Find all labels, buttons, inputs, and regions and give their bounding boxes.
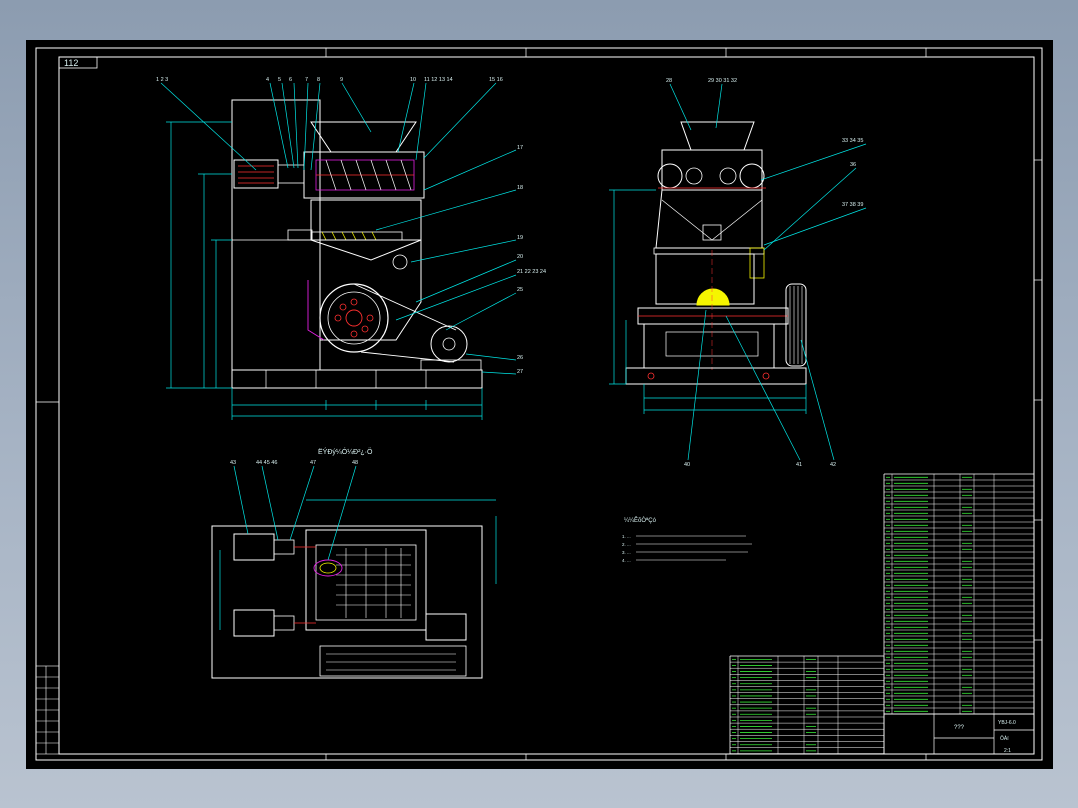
label-10: 10 [410, 77, 416, 83]
label-28: 28 [666, 78, 672, 84]
label-9: 9 [340, 77, 343, 83]
label-21-24: 21 22 23 24 [517, 269, 546, 275]
front-elevation-view: 1 2 3 4 5 6 7 8 9 10 11 12 13 14 15 16 1… [156, 77, 546, 420]
notes-line-1: 1. ... [622, 534, 631, 539]
label-15-16: 15 16 [489, 77, 503, 83]
title-block-material: Ô­Àí [1000, 735, 1009, 742]
label-42: 42 [830, 462, 836, 468]
label-4: 4 [266, 77, 269, 83]
label-8: 8 [317, 77, 320, 83]
parts-list-table [883, 473, 1035, 715]
label-11-14: 11 12 13 14 [424, 77, 453, 83]
label-36: 36 [850, 162, 856, 168]
label-18: 18 [517, 185, 523, 191]
inner-frame [58, 56, 1035, 755]
label-26: 26 [517, 355, 523, 361]
label-40: 40 [684, 462, 690, 468]
label-7: 7 [305, 77, 308, 83]
label-43: 43 [230, 460, 236, 466]
label-1-2-3: 1 2 3 [156, 77, 168, 83]
margin-ticks [36, 48, 1042, 760]
plan-view-screw-feeder: ËÝÐý¼Ó¼Ð²¿·Ö 43 44 45 46 47 48 [211, 447, 497, 679]
label-44-46: 44 45 46 [256, 460, 277, 466]
label-27: 27 [517, 369, 523, 375]
label-20: 20 [517, 254, 523, 260]
technical-notes: ¼¼ÊõÒªÇó 1. ... 2. ... 3. ... 4. ... [622, 516, 752, 563]
label-47: 47 [310, 460, 316, 466]
title-block-title: ??? [954, 725, 965, 731]
side-elevation-view: 28 29 30 31 32 33 34 35 36 37 38 39 40 4… [609, 78, 867, 468]
label-41: 41 [796, 462, 802, 468]
label-5: 5 [278, 77, 281, 83]
label-19: 19 [517, 235, 523, 241]
label-33-35: 33 34 35 [842, 138, 863, 144]
notes-line-2: 2. ... [622, 542, 631, 547]
label-37-39: 37 38 39 [842, 202, 863, 208]
label-17: 17 [517, 145, 523, 151]
left-margin-stamp [35, 665, 60, 755]
cad-drawing-viewport[interactable]: 112 1 2 3 4 5 6 7 8 9 10 11 12 13 14 15 … [26, 40, 1053, 769]
parts-list-table-lower [729, 655, 885, 754]
cad-drawing-sheet: 112 1 2 3 4 5 6 7 8 9 10 11 12 13 14 15 … [35, 47, 1043, 761]
outer-frame [35, 47, 1043, 761]
notes-line-4: 4. ... [622, 558, 631, 563]
title-block-scale: 2:1 [1004, 748, 1011, 754]
notes-line-3: 3. ... [622, 550, 631, 555]
label-29-32: 29 30 31 32 [708, 78, 737, 84]
title-block: ??? YBJ-6.0 Ô­Àí 2:1 [883, 713, 1035, 755]
label-6: 6 [289, 77, 292, 83]
label-48: 48 [352, 460, 358, 466]
sheet-code: 112 [64, 58, 78, 68]
notes-heading: ¼¼ÊõÒªÇó [624, 516, 657, 524]
label-25: 25 [517, 287, 523, 293]
title-block-drawing-no: YBJ-6.0 [998, 720, 1016, 726]
plan-view-title: ËÝÐý¼Ó¼Ð²¿·Ö [318, 447, 373, 456]
